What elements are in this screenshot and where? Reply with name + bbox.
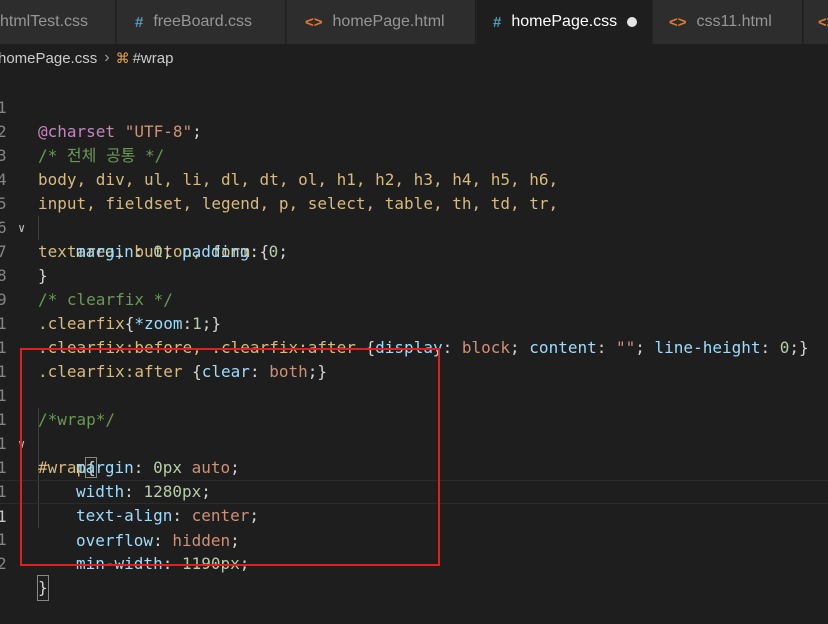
tab-label: homePage.css: [511, 13, 618, 30]
chevron-right-icon: ›: [104, 49, 110, 66]
css-file-icon: #: [493, 13, 502, 31]
code-line: 8 /* clearfix */: [0, 240, 828, 309]
tab-label: freeBoard.css: [153, 13, 253, 30]
css-selector-icon: ⌘: [115, 49, 130, 66]
code-line: 1 @charset "UTF-8";: [0, 72, 828, 141]
tab-freeboard-css[interactable]: # freeBoard.css: [117, 0, 286, 44]
code-line: 7 }: [0, 216, 828, 285]
tab-css11-html[interactable]: <> css11.html: [653, 0, 803, 44]
tab-overflow[interactable]: <>: [804, 0, 828, 44]
code-line: 10 .clearfix:before, .clearfix:after {di…: [0, 288, 828, 357]
line-text: }: [37, 575, 49, 601]
breadcrumb-symbol[interactable]: #wrap: [133, 50, 174, 67]
code-line: 4 input, fieldset, legend, p, select, ta…: [0, 144, 828, 213]
code-line: 5 ∨ textarea, button, form {: [0, 168, 828, 261]
unsaved-dot-icon[interactable]: [627, 17, 637, 27]
code-line: 2 /* 전체 공통 */: [0, 96, 828, 165]
breadcrumb-file[interactable]: homePage.css: [0, 50, 97, 67]
tab-label: homePage.html: [332, 13, 445, 30]
tab-htmltest-css[interactable]: htmlTest.css: [0, 0, 116, 44]
tab-bar: htmlTest.css # freeBoard.css <> homePage…: [0, 0, 828, 44]
code-line: 3 body, div, ul, li, dl, dt, ol, h1, h2,…: [0, 120, 828, 189]
css-file-icon: #: [135, 13, 144, 31]
tab-label: css11.html: [696, 13, 772, 30]
tab-label: htmlTest.css: [0, 13, 89, 30]
breadcrumb: homePage.css › ⌘ #wrap: [0, 44, 828, 72]
html-file-icon: <>: [305, 13, 323, 31]
annotation-highlight-box: [20, 348, 440, 566]
html-file-icon: <>: [818, 13, 828, 31]
tab-homepage-html[interactable]: <> homePage.html: [287, 0, 476, 44]
line-number: 20: [0, 554, 7, 573]
html-file-icon: <>: [669, 13, 687, 31]
code-line: 9 .clearfix{*zoom:1;}: [0, 264, 828, 333]
code-line: 6 margin: 0; padding: 0;: [0, 192, 828, 261]
code-line: 11 .clearfix:after {clear: both;}: [0, 312, 828, 381]
tab-homepage-css[interactable]: # homePage.css: [477, 0, 652, 44]
